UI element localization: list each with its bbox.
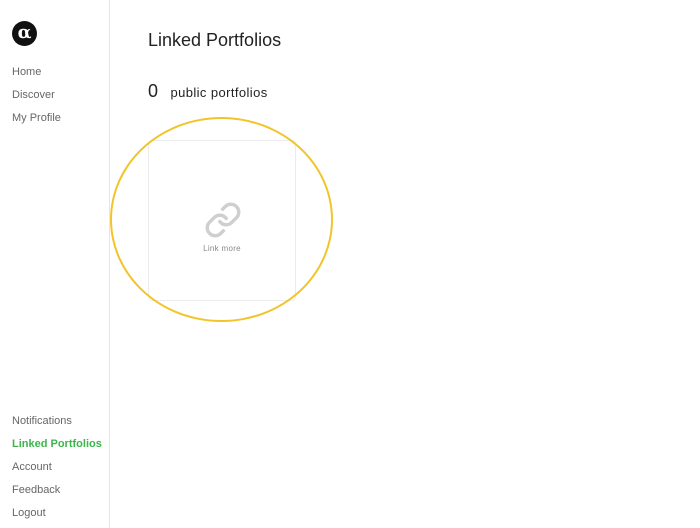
sidebar-item-linked-portfolios[interactable]: Linked Portfolios	[12, 438, 102, 450]
link-more-label: Link more	[203, 244, 241, 253]
portfolio-count: 0 public portfolios	[148, 81, 268, 102]
sidebar-item-my-profile[interactable]: My Profile	[12, 112, 61, 124]
portfolio-count-label: public portfolios	[170, 85, 268, 100]
sidebar-item-feedback[interactable]: Feedback	[12, 484, 60, 496]
sidebar-item-notifications[interactable]: Notifications	[12, 415, 72, 427]
link-icon	[205, 202, 241, 238]
logo-glyph: α	[17, 21, 32, 43]
page-title: Linked Portfolios	[148, 30, 282, 50]
sidebar-item-home[interactable]: Home	[12, 66, 41, 78]
portfolio-count-number: 0	[148, 81, 159, 101]
sidebar: α Home Discover My Profile Notifications…	[0, 0, 110, 528]
link-more-card[interactable]: Link more	[148, 140, 296, 301]
sidebar-item-account[interactable]: Account	[12, 461, 52, 473]
sidebar-item-logout[interactable]: Logout	[12, 507, 46, 519]
sidebar-item-discover[interactable]: Discover	[12, 89, 55, 101]
app-logo[interactable]: α	[12, 21, 37, 46]
